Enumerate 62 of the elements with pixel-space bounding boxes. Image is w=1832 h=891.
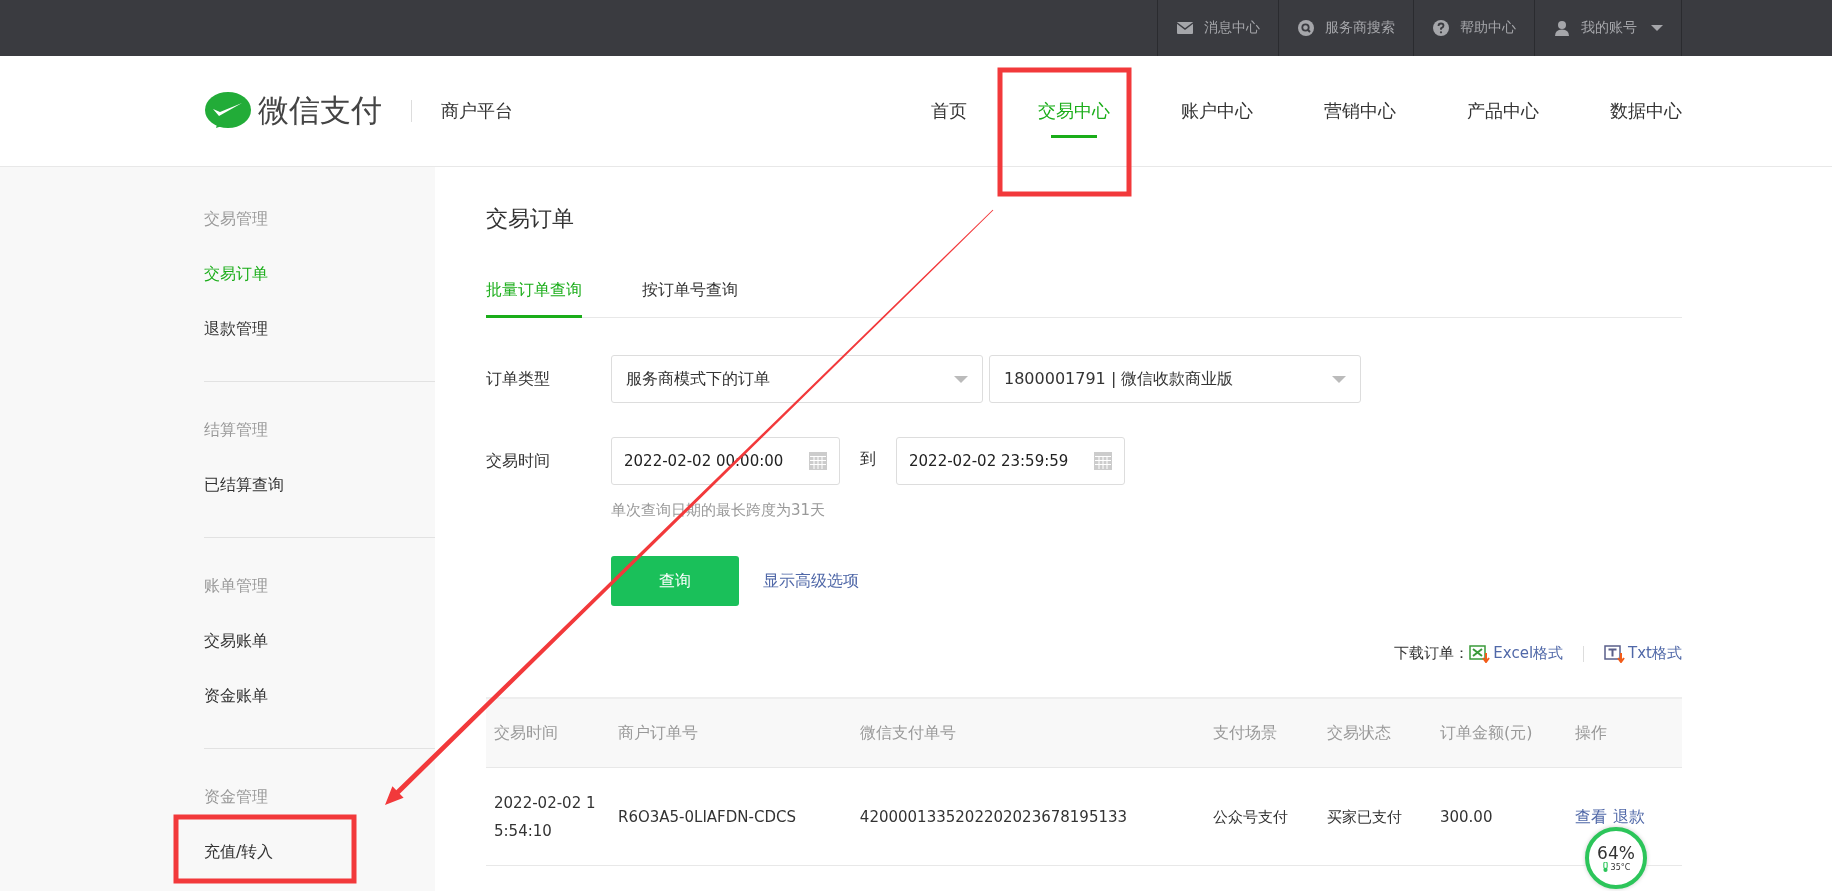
nav-tab[interactable]: 营销中心 bbox=[1324, 56, 1396, 166]
calendar-icon bbox=[1094, 452, 1112, 470]
column-header: 交易状态 bbox=[1318, 698, 1432, 768]
field-label: 订单类型 bbox=[486, 368, 551, 390]
action-link[interactable]: 退款 bbox=[1613, 806, 1646, 826]
platform-name: 商户平台 bbox=[411, 100, 513, 122]
field-label: 交易时间 bbox=[486, 450, 551, 472]
table-cell: 公众号支付 bbox=[1205, 767, 1319, 866]
range-separator: 到 bbox=[859, 448, 877, 470]
download-link[interactable]: Excel格式 bbox=[1469, 644, 1564, 663]
help-icon bbox=[1432, 19, 1450, 37]
column-header: 交易时间 bbox=[486, 698, 610, 768]
sidebar-item[interactable]: 交易账单 bbox=[204, 621, 268, 676]
advanced-options-link[interactable]: 显示高级选项 bbox=[763, 570, 859, 592]
table-cell: 买家已支付 bbox=[1318, 767, 1432, 866]
table-cell: 4200001335202202023678195133 bbox=[851, 767, 1206, 866]
date-field[interactable]: 2022-02-02 23:59:59 bbox=[896, 437, 1125, 485]
page-title: 交易订单 bbox=[486, 205, 575, 233]
chat-bubble-check-icon bbox=[204, 91, 252, 131]
column-header: 操作 bbox=[1567, 698, 1682, 768]
dropdown[interactable]: 服务商模式下的订单 bbox=[611, 355, 983, 403]
table-cell: 2022-02-02 15:54:10 bbox=[486, 767, 610, 866]
sidebar-item[interactable]: 资金账单 bbox=[204, 676, 268, 731]
nav-tab[interactable]: 产品中心 bbox=[1467, 56, 1539, 166]
spreadsheet-download-icon bbox=[1469, 644, 1491, 663]
sidebar-item[interactable]: 充值/转入 bbox=[204, 832, 274, 887]
nav-tab[interactable]: 账户中心 bbox=[1181, 56, 1253, 166]
sidebar-heading: 结算管理 bbox=[204, 419, 268, 441]
sidebar-heading: 交易管理 bbox=[204, 208, 268, 230]
sidebar-item[interactable]: 退款管理 bbox=[204, 309, 268, 364]
table-cell: R6O3A5-0LIAFDN-CDCS bbox=[610, 767, 852, 866]
top-bar-link[interactable]: 服务商搜索 bbox=[1278, 0, 1413, 56]
caret-icon bbox=[954, 375, 968, 383]
top-bar-link[interactable]: 消息中心 bbox=[1157, 0, 1278, 56]
sidebar-heading: 资金管理 bbox=[204, 786, 268, 808]
calendar-icon bbox=[809, 452, 827, 470]
column-header: 支付场景 bbox=[1205, 698, 1319, 768]
caret-icon bbox=[1332, 375, 1346, 383]
nav-tab[interactable]: 首页 bbox=[931, 56, 967, 166]
table-cell: 300.00 bbox=[1431, 767, 1568, 866]
dropdown[interactable]: 1800001791 | 微信收款商业版 bbox=[989, 355, 1361, 403]
top-bar-link[interactable]: 我的账号 bbox=[1534, 0, 1682, 56]
thermometer-icon bbox=[1601, 862, 1609, 872]
column-header: 微信支付单号 bbox=[851, 698, 1206, 768]
caret-icon bbox=[1651, 25, 1663, 31]
text-file-download-icon bbox=[1604, 644, 1626, 663]
sidebar-heading: 账单管理 bbox=[204, 575, 268, 597]
logo-text: 微信支付 bbox=[258, 91, 382, 130]
sidebar-item[interactable]: 已结算查询 bbox=[204, 465, 284, 520]
action-link[interactable]: 查看 bbox=[1575, 806, 1608, 826]
download-link[interactable]: Txt格式 bbox=[1604, 644, 1682, 663]
nav-tab[interactable]: 数据中心 bbox=[1610, 56, 1682, 166]
user-icon bbox=[1553, 19, 1571, 37]
mail-icon bbox=[1176, 19, 1194, 37]
download-label: 下载订单： bbox=[1394, 644, 1470, 663]
top-bar-link[interactable]: 帮助中心 bbox=[1413, 0, 1534, 56]
usage-percentage: 64% bbox=[1597, 844, 1635, 862]
search-icon bbox=[1297, 19, 1315, 37]
column-header: 商户订单号 bbox=[610, 698, 852, 768]
tab[interactable]: 按订单号查询 bbox=[642, 268, 738, 318]
temperature-reading: 35°C bbox=[1610, 862, 1631, 872]
column-header: 订单金额(元) bbox=[1431, 698, 1568, 768]
